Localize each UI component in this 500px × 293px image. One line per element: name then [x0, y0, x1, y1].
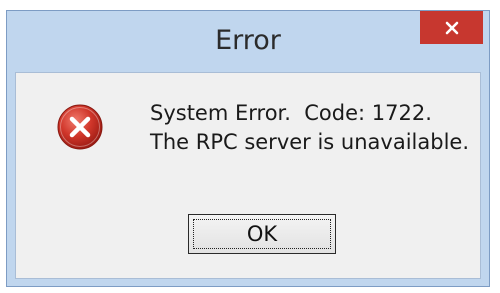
error-message: System Error. Code: 1722. The RPC server… [150, 99, 469, 157]
ok-button-label: OK [246, 222, 278, 246]
title-bar[interactable]: Error [7, 11, 489, 72]
close-icon [445, 21, 458, 34]
close-button[interactable] [420, 11, 483, 44]
ok-button[interactable]: OK [188, 214, 336, 254]
error-message-line-1: System Error. Code: 1722. [150, 101, 432, 125]
dialog-content: System Error. Code: 1722. The RPC server… [15, 72, 481, 279]
window-title: Error [215, 25, 281, 56]
error-message-line-2: The RPC server is unavailable. [150, 130, 470, 154]
error-icon [57, 104, 103, 150]
error-dialog-window: Error System Error. Code: 1722. The RPC … [6, 10, 490, 287]
